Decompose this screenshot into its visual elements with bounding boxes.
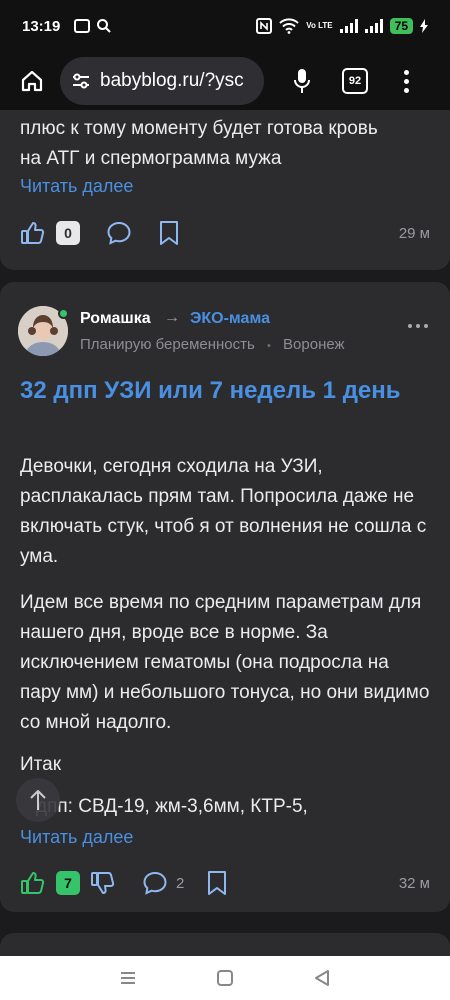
post-title[interactable]: 32 дпп УЗИ или 7 недель 1 день xyxy=(20,374,420,408)
address-bar[interactable]: babyblog.ru/?ysc xyxy=(60,57,264,105)
arrow-icon: → xyxy=(164,309,180,326)
post-time: 32 м xyxy=(398,874,430,892)
post-paragraph-4: дпп: СВД-19, жм-3,6мм, КТР-5, xyxy=(36,796,308,817)
bookmark-icon[interactable] xyxy=(158,220,180,246)
thumbs-down-icon[interactable] xyxy=(90,870,116,896)
arrow-up-icon xyxy=(30,790,46,810)
home-button[interactable] xyxy=(10,59,54,103)
author-meta: Планирую беременность • Воронеж xyxy=(80,336,345,353)
comment-icon[interactable] xyxy=(106,220,132,246)
feed: плюс к тому моменту будет готова кровь н… xyxy=(0,110,450,956)
system-nav-bar xyxy=(0,956,450,1000)
recents-menu-icon[interactable] xyxy=(119,970,137,986)
online-indicator xyxy=(58,308,69,319)
site-settings-icon[interactable] xyxy=(72,73,90,89)
search-notification-icon xyxy=(97,19,112,33)
charging-icon xyxy=(420,19,428,33)
post-excerpt: плюс к тому моменту будет готова кровь н… xyxy=(20,118,378,169)
wifi-icon xyxy=(279,18,299,34)
post-actions: 0 29 м xyxy=(20,220,430,246)
read-more-link[interactable]: Читать далее xyxy=(0,827,153,848)
status-time: 13:19 xyxy=(22,17,61,35)
author-city: Воронеж xyxy=(283,336,345,353)
comment-icon[interactable] xyxy=(142,870,168,896)
post-card: Ромашка → ЭКО-мама Планирую беременность… xyxy=(0,282,450,912)
thumbs-up-icon[interactable] xyxy=(20,870,46,896)
browser-menu-button[interactable] xyxy=(396,69,416,93)
meta-separator: • xyxy=(267,340,271,352)
url-text[interactable]: babyblog.ru/?ysc xyxy=(100,70,244,92)
thumbs-up-icon[interactable] xyxy=(20,220,46,246)
comment-count: 2 xyxy=(176,874,185,892)
battery-indicator: 75 xyxy=(389,18,413,34)
bookmark-icon[interactable] xyxy=(206,870,228,896)
status-bar: 13:19 Vo LTE 75 xyxy=(0,0,450,52)
more-options-button[interactable] xyxy=(408,324,428,328)
post-paragraph-3: Итак xyxy=(20,754,62,775)
post-card-next xyxy=(0,933,450,956)
post-time: 29 м xyxy=(398,224,430,242)
author-status: Планирую беременность xyxy=(80,336,255,353)
author-row: Ромашка → ЭКО-мама Планирую беременность… xyxy=(18,306,432,358)
browser-toolbar: babyblog.ru/?ysc 92 xyxy=(0,52,450,110)
voice-search-button[interactable] xyxy=(282,59,322,103)
back-icon[interactable] xyxy=(313,969,331,987)
read-more-link[interactable]: Читать далее xyxy=(0,176,153,197)
microphone-icon xyxy=(294,69,310,93)
post-actions: 7 2 32 м xyxy=(20,870,430,896)
post-paragraph-2: Идем все время по средним параметрам для… xyxy=(20,592,430,733)
community-link[interactable]: ЭКО-мама xyxy=(190,310,270,328)
gallery-notification-icon xyxy=(74,19,91,33)
nfc-icon xyxy=(256,18,273,34)
tab-switcher-button[interactable]: 92 xyxy=(342,68,368,94)
signal-icon-2 xyxy=(364,19,383,33)
signal-icon xyxy=(339,19,358,33)
scroll-to-top-button[interactable] xyxy=(16,778,60,822)
home-square-icon[interactable] xyxy=(216,969,234,987)
author-name[interactable]: Ромашка xyxy=(80,310,151,328)
volte-indicator: Vo LTE xyxy=(306,21,333,30)
post-card-previous: плюс к тому моменту будет готова кровь н… xyxy=(0,110,450,270)
home-icon xyxy=(21,70,43,92)
like-count: 0 xyxy=(56,221,80,245)
post-paragraph-1: Девочки, сегодня сходила на УЗИ, расплак… xyxy=(20,456,427,567)
like-count: 7 xyxy=(56,871,80,895)
